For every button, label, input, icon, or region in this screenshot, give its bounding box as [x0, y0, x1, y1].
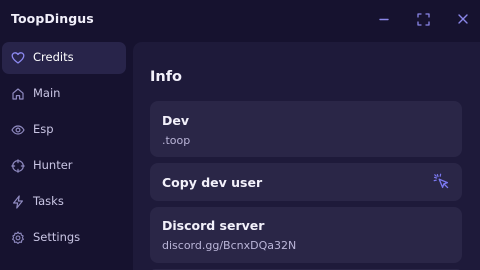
pointer-click-icon: [433, 173, 449, 189]
sidebar-item-label: Tasks: [33, 194, 64, 208]
gear-icon: [11, 231, 25, 245]
dev-card: Dev .toop: [150, 101, 462, 157]
dev-card-title: Dev: [162, 113, 190, 128]
discord-card-value: discord.gg/BcnxDQa32N: [162, 239, 297, 252]
eye-icon: [11, 123, 25, 137]
sidebar-item-tasks[interactable]: Tasks: [2, 186, 126, 218]
sidebar-item-esp[interactable]: Esp: [2, 114, 126, 146]
x-icon: [458, 14, 468, 24]
sidebar-item-label: Esp: [33, 122, 54, 136]
sidebar: Credits Main Esp Hunter Tasks Settings: [0, 40, 132, 270]
app-title: ToopDingus: [11, 11, 94, 26]
sidebar-item-hunter[interactable]: Hunter: [2, 150, 126, 182]
discord-card: Discord server discord.gg/BcnxDQa32N: [150, 207, 462, 263]
section-title: Info: [150, 69, 182, 85]
minimize-button[interactable]: [376, 11, 392, 27]
heart-icon: [11, 51, 25, 65]
sidebar-item-label: Settings: [33, 230, 81, 244]
close-button[interactable]: [455, 11, 471, 27]
maximize-button[interactable]: [415, 11, 431, 27]
copy-dev-user-label: Copy dev user: [162, 175, 263, 190]
sidebar-item-label: Main: [33, 86, 61, 100]
crosshair-icon: [11, 159, 25, 173]
sidebar-item-label: Hunter: [33, 158, 73, 172]
minus-icon: [379, 18, 389, 21]
copy-dev-user-button[interactable]: Copy dev user: [150, 163, 462, 201]
home-icon: [11, 87, 25, 101]
discord-card-title: Discord server: [162, 218, 265, 233]
title-bar: ToopDingus: [0, 0, 480, 38]
maximize-corners-icon: [416, 12, 430, 26]
sidebar-item-label: Credits: [33, 50, 74, 64]
lightning-icon: [11, 195, 25, 209]
content-panel: Info Dev .toop Copy dev user Discord ser…: [133, 42, 480, 270]
app-window: ToopDingus Credits Main Esp Hunter Tasks…: [0, 0, 480, 270]
dev-card-value: .toop: [162, 134, 191, 147]
sidebar-item-main[interactable]: Main: [2, 78, 126, 110]
sidebar-item-credits[interactable]: Credits: [2, 42, 126, 74]
sidebar-item-settings[interactable]: Settings: [2, 222, 126, 254]
